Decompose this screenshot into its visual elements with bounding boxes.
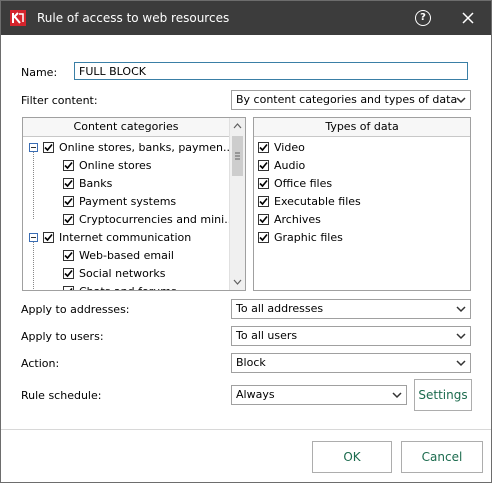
content-categories-header: Content categories xyxy=(23,118,229,137)
schedule-select[interactable]: Always xyxy=(231,385,407,405)
tree-connector-line xyxy=(33,242,34,290)
data-type-item[interactable]: Archives xyxy=(258,210,321,228)
close-button[interactable] xyxy=(456,6,480,30)
data-type-label: Archives xyxy=(274,212,321,226)
data-type-item[interactable]: Executable files xyxy=(258,192,361,210)
name-label: Name: xyxy=(21,66,58,79)
checkbox[interactable] xyxy=(63,249,74,261)
addresses-value: To all addresses xyxy=(236,302,324,315)
category-label: Payment systems xyxy=(79,194,177,208)
data-type-label: Audio xyxy=(274,158,306,172)
category-label: Social networks xyxy=(79,266,166,280)
help-button[interactable]: ? xyxy=(411,6,435,30)
collapse-icon[interactable] xyxy=(29,232,38,242)
scroll-up-icon[interactable] xyxy=(230,118,245,134)
category-group-item[interactable]: Internet communication xyxy=(29,228,191,246)
checkbox[interactable] xyxy=(63,285,74,290)
addresses-label: Apply to addresses: xyxy=(21,303,130,316)
tree-connector-line xyxy=(33,152,34,219)
filter-content-label: Filter content: xyxy=(21,94,98,107)
checkbox[interactable] xyxy=(258,231,269,243)
checkbox[interactable] xyxy=(258,195,269,207)
action-value: Block xyxy=(236,356,266,369)
category-group-item[interactable]: Online stores, banks, paymen... xyxy=(29,138,234,156)
filter-content-select[interactable]: By content categories and types of data xyxy=(231,90,471,110)
collapse-icon[interactable] xyxy=(29,142,38,152)
category-label: Banks xyxy=(79,176,113,190)
cancel-button[interactable]: Cancel xyxy=(401,441,483,473)
category-item[interactable]: Payment systems xyxy=(63,192,176,210)
category-label: Online stores, banks, paymen... xyxy=(59,140,234,154)
checkbox[interactable] xyxy=(63,267,74,279)
category-item[interactable]: Social networks xyxy=(63,264,166,282)
data-type-label: Video xyxy=(274,140,305,154)
data-type-label: Office files xyxy=(274,176,333,190)
category-label: Chats and forums xyxy=(79,284,177,291)
data-type-item[interactable]: Audio xyxy=(258,156,305,174)
data-type-label: Graphic files xyxy=(274,230,343,244)
data-type-item[interactable]: Office files xyxy=(258,174,332,192)
scroll-thumb[interactable] xyxy=(232,136,243,176)
checkbox[interactable] xyxy=(63,159,74,171)
window-title: Rule of access to web resources xyxy=(37,11,230,25)
data-type-item[interactable]: Graphic files xyxy=(258,228,343,246)
scroll-down-icon[interactable] xyxy=(230,274,245,290)
categories-scrollbar[interactable] xyxy=(229,118,245,290)
help-icon: ? xyxy=(415,10,431,26)
category-label: Web-based email xyxy=(79,248,174,262)
filter-content-value: By content categories and types of data xyxy=(236,93,458,106)
category-label: Internet communication xyxy=(59,230,192,244)
dialog-window: Rule of access to web resources ? Name: … xyxy=(0,0,492,483)
types-of-data-header: Types of data xyxy=(254,118,470,137)
settings-button[interactable]: Settings xyxy=(414,379,472,411)
checkbox[interactable] xyxy=(258,213,269,225)
checkbox[interactable] xyxy=(258,177,269,189)
checkbox[interactable] xyxy=(258,141,269,153)
schedule-label: Rule schedule: xyxy=(21,389,102,402)
category-label: Online stores xyxy=(79,158,152,172)
chevron-down-icon xyxy=(456,97,466,104)
content-categories-panel: Content categories Online stores, banks,… xyxy=(22,117,246,291)
addresses-select[interactable]: To all addresses xyxy=(231,299,471,319)
category-item[interactable]: Banks xyxy=(63,174,112,192)
footer-divider xyxy=(1,429,491,430)
data-type-item[interactable]: Video xyxy=(258,138,305,156)
data-type-label: Executable files xyxy=(274,194,361,208)
action-label: Action: xyxy=(21,357,60,370)
title-bar: Rule of access to web resources ? xyxy=(1,1,491,35)
category-item[interactable]: Chats and forums xyxy=(63,282,177,291)
checkbox[interactable] xyxy=(63,177,74,189)
checkbox[interactable] xyxy=(63,213,74,225)
checkbox[interactable] xyxy=(43,141,54,153)
category-item[interactable]: Cryptocurrencies and mini... xyxy=(63,210,235,228)
action-select[interactable]: Block xyxy=(231,353,471,373)
types-of-data-panel: Types of data Video Audio Office files Exec… xyxy=(253,117,471,291)
schedule-value: Always xyxy=(236,388,275,401)
users-label: Apply to users: xyxy=(21,330,104,343)
checkbox[interactable] xyxy=(63,195,74,207)
chevron-down-icon xyxy=(456,360,466,367)
category-label: Cryptocurrencies and mini... xyxy=(79,212,235,226)
users-select[interactable]: To all users xyxy=(231,326,471,346)
checkbox[interactable] xyxy=(258,159,269,171)
chevron-down-icon xyxy=(456,306,466,313)
checkbox[interactable] xyxy=(43,231,54,243)
users-value: To all users xyxy=(236,329,298,342)
kaspersky-icon xyxy=(10,10,26,26)
ok-button[interactable]: OK xyxy=(312,441,392,473)
category-item[interactable]: Online stores xyxy=(63,156,152,174)
category-item[interactable]: Web-based email xyxy=(63,246,174,264)
chevron-down-icon xyxy=(392,392,402,399)
chevron-down-icon xyxy=(456,333,466,340)
name-field[interactable] xyxy=(74,62,468,80)
close-icon xyxy=(462,12,474,24)
